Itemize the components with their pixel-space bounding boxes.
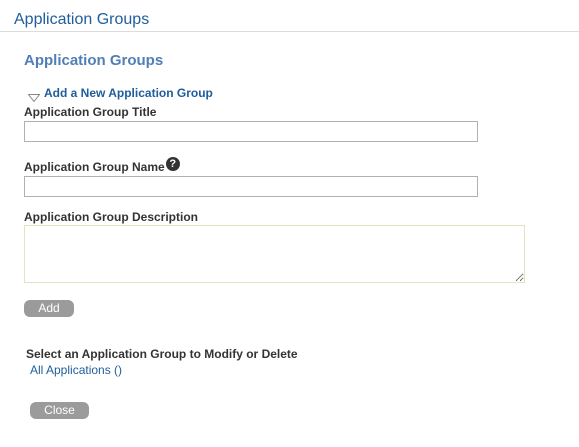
add-button[interactable]: Add (24, 300, 74, 317)
group-title-label: Application Group Title (24, 105, 157, 119)
group-title-input[interactable] (24, 121, 478, 142)
add-group-toggle[interactable]: Add a New Application Group (27, 86, 213, 103)
header-divider (0, 31, 579, 32)
close-button[interactable]: Close (30, 402, 89, 419)
group-link-all-applications[interactable]: All Applications () (30, 363, 122, 377)
triangle-down-icon (27, 89, 41, 103)
group-name-label: Application Group Name (24, 160, 165, 174)
add-group-toggle-label: Add a New Application Group (44, 86, 213, 100)
application-groups-page: Application Groups Application Groups Ad… (0, 0, 579, 447)
group-name-input[interactable] (24, 176, 478, 197)
page-header-title: Application Groups (14, 11, 150, 28)
select-group-label: Select an Application Group to Modify or… (26, 347, 298, 361)
section-title: Application Groups (24, 52, 164, 69)
group-description-textarea[interactable] (24, 225, 525, 283)
help-icon[interactable]: ? (165, 157, 180, 171)
group-description-label: Application Group Description (24, 210, 199, 224)
group-name-label-row: Application Group Name ? (24, 157, 180, 174)
